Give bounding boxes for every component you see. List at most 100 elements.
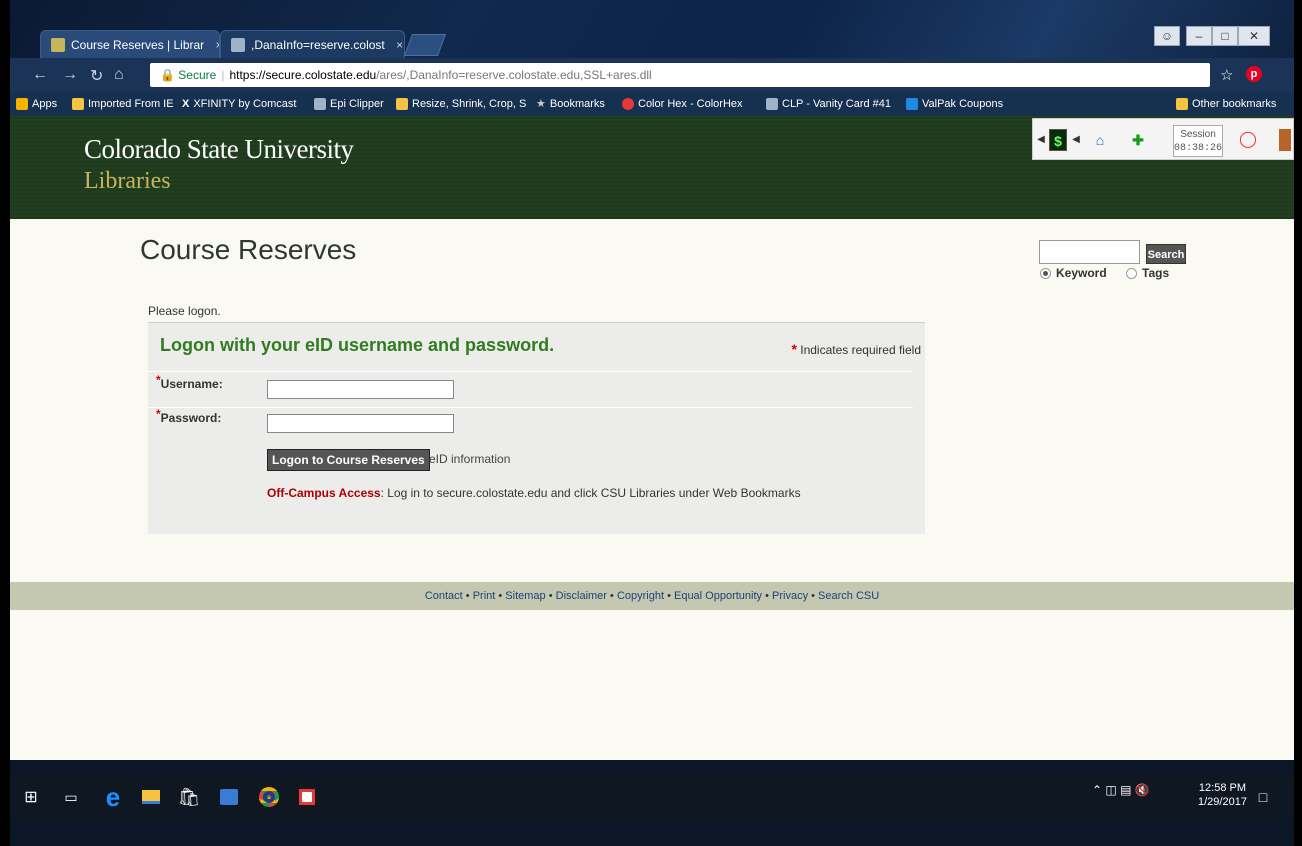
tab-strip: Course Reserves | Librar × ,DanaInfo=res… [10, 0, 1294, 58]
bookmark-colorhex[interactable]: Color Hex - ColorHex [622, 92, 743, 116]
logon-button[interactable]: Logon to Course Reserves [267, 449, 430, 471]
logon-heading: Logon with your eID username and passwor… [160, 335, 555, 355]
csu-favicon-icon [51, 38, 65, 52]
tab-close-icon[interactable]: × [396, 38, 403, 52]
store-icon[interactable]: 🛍 [176, 785, 202, 809]
bookmark-xfinity[interactable]: X XFINITY by Comcast [182, 92, 296, 116]
collapse-arrow-icon[interactable]: ◀ [1037, 129, 1045, 151]
radio-selected-icon[interactable] [1040, 267, 1051, 279]
profile-button[interactable]: ☺ [1154, 26, 1180, 46]
csu-logo-text[interactable]: Colorado State University [84, 134, 354, 165]
back-arrow-icon[interactable]: ◀ [1071, 129, 1081, 151]
address-bar[interactable]: 🔒 Secure | https://secure.colostate.edu/ar… [150, 63, 1210, 87]
site-footer: Contact • Print • Sitemap • Disclaimer •… [10, 582, 1294, 610]
tab-title: ,DanaInfo=reserve.colost [251, 38, 385, 52]
bookmark-clp[interactable]: CLP - Vanity Card #41 [766, 92, 891, 116]
bookmark-star-icon[interactable]: ☆ [1220, 66, 1233, 84]
footer-link-privacy[interactable]: Privacy [772, 590, 808, 602]
edge-browser-icon[interactable]: e [100, 782, 126, 812]
off-campus-note: Off-Campus Access: Log in to secure.colo… [267, 486, 801, 500]
clock[interactable]: 12:58 PM 1/29/2017 [1198, 781, 1247, 809]
search-button[interactable]: Search [1146, 244, 1186, 264]
url-host: https://secure.colostate.edu [229, 68, 377, 82]
bookmark-valpak[interactable]: ValPak Coupons [906, 92, 1003, 116]
footer-link-disclaimer[interactable]: Disclaimer [556, 590, 607, 602]
password-field[interactable] [267, 414, 454, 433]
folder-icon [72, 98, 84, 110]
ares-toolbar: ◀ $ ◀ ⌂ ✚ Session 08:38:26 ◯ [1032, 118, 1294, 160]
web-page: Colorado State University Libraries ◀ $ … [10, 116, 1294, 760]
back-arrow-icon[interactable]: ← [32, 66, 48, 84]
color-wheel-icon [622, 98, 634, 110]
username-field[interactable] [267, 380, 454, 399]
tags-radio[interactable]: Tags [1126, 266, 1169, 280]
required-field-note: * Indicates required field [791, 341, 921, 357]
libraries-logo-text[interactable]: Libraries [84, 168, 171, 195]
keyword-radio[interactable]: Keyword [1040, 266, 1107, 280]
windows-start-icon[interactable]: ⊞ [18, 785, 44, 809]
tab-danainfo[interactable]: ,DanaInfo=reserve.colost × [220, 30, 405, 58]
footer-link-copyright[interactable]: Copyright [617, 590, 664, 602]
logout-icon[interactable] [1279, 129, 1291, 151]
reload-icon[interactable]: ↻ [90, 66, 103, 86]
username-label: *Username: [156, 373, 223, 391]
bookmark-bookmarks[interactable]: ★ Bookmarks [536, 92, 605, 116]
bookmark-apps[interactable]: Apps [16, 92, 57, 116]
task-view-icon[interactable]: ▭ [58, 785, 84, 809]
system-tray[interactable]: ⌃ ◫ ▤ 🔇 [1092, 783, 1150, 797]
url-path: /ares/,DanaInfo=reserve.colostate.edu,SS… [376, 68, 652, 82]
chrome-icon[interactable] [256, 785, 282, 809]
page-icon [314, 98, 326, 110]
battery-icon[interactable]: ◫ [1105, 783, 1116, 797]
logon-form: Logon with your eID username and passwor… [148, 322, 925, 534]
dollar-icon[interactable]: $ [1049, 129, 1067, 151]
page-icon [766, 98, 778, 110]
close-window-button[interactable]: ✕ [1238, 26, 1270, 46]
forward-arrow-icon[interactable]: → [62, 66, 78, 84]
add-bookmark-icon[interactable]: ✚ [1127, 129, 1149, 151]
radio-unselected-icon[interactable] [1126, 267, 1137, 279]
bookmark-other[interactable]: Other bookmarks [1176, 92, 1276, 116]
help-lifebuoy-icon[interactable]: ◯ [1237, 129, 1259, 151]
session-timer: Session 08:38:26 [1173, 125, 1223, 157]
minimize-button[interactable]: – [1186, 26, 1212, 46]
site-header: Colorado State University Libraries ◀ $ … [10, 116, 1294, 219]
apps-grid-icon [16, 98, 28, 110]
chevron-up-icon[interactable]: ⌃ [1092, 783, 1102, 797]
footer-link-print[interactable]: Print [473, 590, 496, 602]
valpak-icon [906, 98, 918, 110]
eid-information-link[interactable]: eID information [429, 452, 510, 466]
browser-window: Course Reserves | Librar × ,DanaInfo=res… [10, 0, 1294, 846]
network-icon[interactable]: ▤ [1120, 783, 1131, 797]
search-input[interactable] [1039, 240, 1140, 264]
home-icon[interactable]: ⌂ [114, 66, 124, 84]
tab-title: Course Reserves | Librar [71, 38, 205, 52]
bookmarks-bar: Apps Imported From IE X XFINITY by Comcas… [10, 92, 1294, 116]
lightbulb-icon [396, 98, 408, 110]
bookmark-resize[interactable]: Resize, Shrink, Crop, S [396, 92, 526, 116]
folder-icon [1176, 98, 1188, 110]
footer-link-contact[interactable]: Contact [425, 590, 463, 602]
file-explorer-icon[interactable] [138, 785, 164, 809]
secure-label: Secure [178, 68, 217, 82]
footer-link-sitemap[interactable]: Sitemap [505, 590, 545, 602]
volume-muted-icon[interactable]: 🔇 [1135, 783, 1150, 797]
windows-taskbar: ⊞ ▭ e 🛍 ⌃ ◫ ▤ 🔇 12:58 PM 1/29/2017 □ [10, 773, 1294, 820]
bookmark-epi-clipper[interactable]: Epi Clipper [314, 92, 384, 116]
lock-icon: 🔒 [160, 68, 175, 82]
footer-link-search-csu[interactable]: Search CSU [818, 590, 879, 602]
footer-link-equal-opportunity[interactable]: Equal Opportunity [674, 590, 762, 602]
please-logon-text: Please logon. [148, 304, 221, 318]
password-label: *Password: [156, 407, 222, 425]
tab-course-reserves[interactable]: Course Reserves | Librar × [40, 30, 220, 58]
xfinity-x-icon: X [182, 98, 190, 110]
pinterest-extension-icon[interactable]: p [1246, 66, 1262, 82]
new-tab-button[interactable] [403, 34, 447, 56]
app-grid-icon[interactable] [294, 785, 320, 809]
home-icon[interactable]: ⌂ [1089, 129, 1111, 151]
maximize-button[interactable]: □ [1212, 26, 1238, 46]
bookmark-imported-from-ie[interactable]: Imported From IE [72, 92, 174, 116]
notifications-icon[interactable]: □ [1250, 785, 1276, 809]
remote-desktop-icon[interactable] [216, 785, 242, 809]
page-title: Course Reserves [140, 234, 357, 265]
